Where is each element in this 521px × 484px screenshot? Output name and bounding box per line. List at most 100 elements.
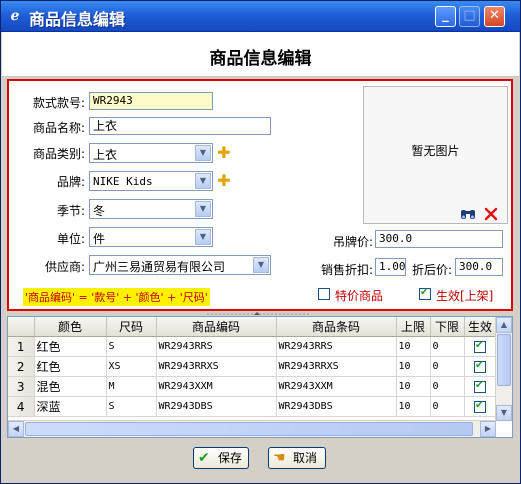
- after-discount-label: 折后价:: [411, 263, 452, 277]
- sku-table[interactable]: 颜色 尺码 商品编码 商品条码 上限 下限 生效 1 红色 S WR2943RR…: [7, 316, 513, 438]
- cell-color[interactable]: 混色: [34, 376, 107, 397]
- row-number[interactable]: 1: [8, 336, 35, 357]
- cell-upper[interactable]: 10: [396, 356, 431, 377]
- cell-barcode[interactable]: WR2943RRXS: [276, 356, 397, 377]
- delete-image-icon[interactable]: [484, 207, 498, 221]
- horizontal-scrollbar[interactable]: ◀ ▶: [8, 420, 496, 437]
- column-header-lower[interactable]: 下限: [430, 317, 465, 337]
- binoculars-icon[interactable]: [460, 207, 476, 221]
- close-button[interactable]: ✕: [484, 6, 505, 27]
- supplier-select[interactable]: 广州三易通贸易有限公司 ▼: [89, 255, 271, 275]
- cell-lower[interactable]: 0: [430, 336, 465, 357]
- table-row[interactable]: 2 红色 XS WR2943RRXS WR2943RRXS 10 0: [8, 356, 497, 377]
- cell-active[interactable]: [464, 396, 497, 417]
- maximize-button: □: [459, 6, 480, 27]
- row-active-checkbox[interactable]: [474, 380, 486, 393]
- chevron-down-icon[interactable]: ▼: [195, 173, 211, 189]
- save-button[interactable]: ✔ 保存: [193, 447, 249, 469]
- active-checkbox[interactable]: [419, 287, 431, 300]
- no-image-text: 暂无图片: [411, 144, 460, 158]
- product-photo[interactable]: 暂无图片: [363, 86, 508, 224]
- table-header-row: 颜色 尺码 商品编码 商品条码 上限 下限 生效: [8, 317, 497, 337]
- row-number[interactable]: 2: [8, 356, 35, 377]
- cell-code[interactable]: WR2943DBS: [156, 396, 277, 417]
- chevron-down-icon[interactable]: ▼: [195, 201, 211, 217]
- style-no-field[interactable]: WR2943: [89, 92, 213, 110]
- row-number-header: [8, 317, 35, 337]
- cell-color[interactable]: 红色: [34, 336, 107, 357]
- chevron-down-icon[interactable]: ▼: [195, 145, 211, 161]
- row-active-checkbox[interactable]: [474, 400, 486, 413]
- table-row[interactable]: 1 红色 S WR2943RRS WR2943RRS 10 0: [8, 336, 497, 357]
- row-number[interactable]: 4: [8, 396, 35, 417]
- scroll-down-icon[interactable]: ▼: [496, 405, 512, 421]
- cell-active[interactable]: [464, 336, 497, 357]
- season-select[interactable]: 冬 ▼: [89, 199, 213, 219]
- column-header-active[interactable]: 生效: [464, 317, 497, 337]
- cell-lower[interactable]: 0: [430, 356, 465, 377]
- cell-size[interactable]: M: [106, 376, 157, 397]
- discount-field[interactable]: 1.00: [375, 258, 406, 276]
- cell-active[interactable]: [464, 356, 497, 377]
- minimize-button[interactable]: _: [435, 6, 456, 27]
- cell-size[interactable]: XS: [106, 356, 157, 377]
- cancel-button[interactable]: ☚ 取消: [268, 447, 326, 469]
- add-brand-icon[interactable]: ✚: [217, 173, 231, 189]
- name-label: 商品名称:: [32, 121, 85, 135]
- special-price-label: 特价商品: [335, 289, 384, 303]
- add-category-icon[interactable]: ✚: [217, 145, 231, 161]
- title-bar[interactable]: ℯ 商品信息编辑 _ □ ✕: [1, 1, 520, 32]
- hand-icon: ☚: [273, 450, 286, 466]
- brand-value: NIKE Kids: [93, 175, 153, 188]
- cell-barcode[interactable]: WR2943DBS: [276, 396, 397, 417]
- cell-upper[interactable]: 10: [396, 336, 431, 357]
- cell-barcode[interactable]: WR2943RRS: [276, 336, 397, 357]
- cell-code[interactable]: WR2943RRXS: [156, 356, 277, 377]
- tag-price-label: 吊牌价:: [332, 235, 373, 249]
- cell-size[interactable]: S: [106, 396, 157, 417]
- row-active-checkbox[interactable]: [474, 360, 486, 373]
- cell-upper[interactable]: 10: [396, 396, 431, 417]
- horizontal-scroll-thumb[interactable]: [25, 422, 473, 436]
- after-discount-field[interactable]: 300.0: [455, 258, 503, 276]
- vertical-scroll-thumb[interactable]: [497, 334, 511, 386]
- tag-price-field[interactable]: 300.0: [375, 230, 503, 248]
- app-logo-icon: ℯ: [10, 8, 20, 24]
- cell-size[interactable]: S: [106, 336, 157, 357]
- chevron-down-icon[interactable]: ▼: [195, 229, 211, 245]
- chevron-down-icon[interactable]: ▼: [253, 257, 269, 273]
- row-active-checkbox[interactable]: [474, 340, 486, 353]
- cell-code[interactable]: WR2943RRS: [156, 336, 277, 357]
- vertical-scrollbar[interactable]: ▲ ▼: [495, 317, 512, 421]
- column-header-code[interactable]: 商品编码: [156, 317, 277, 337]
- active-label: 生效[上架]: [436, 289, 494, 303]
- unit-select[interactable]: 件 ▼: [89, 227, 213, 247]
- scroll-left-icon[interactable]: ◀: [8, 421, 24, 437]
- cell-active[interactable]: [464, 376, 497, 397]
- scroll-right-icon[interactable]: ▶: [480, 421, 496, 437]
- cell-upper[interactable]: 10: [396, 376, 431, 397]
- cell-color[interactable]: 深蓝: [34, 396, 107, 417]
- style-no-label: 款式款号:: [32, 96, 85, 110]
- column-header-color[interactable]: 颜色: [34, 317, 107, 337]
- column-header-barcode[interactable]: 商品条码: [276, 317, 397, 337]
- table-row[interactable]: 3 混色 M WR2943XXM WR2943XXM 10 0: [8, 376, 497, 397]
- save-button-label: 保存: [218, 451, 243, 465]
- cell-lower[interactable]: 0: [430, 396, 465, 417]
- brand-select[interactable]: NIKE Kids ▼: [89, 171, 213, 191]
- product-form: 款式款号: WR2943 商品名称: 上衣 商品类别: 上衣 ▼ ✚ 品牌: N…: [7, 79, 513, 311]
- column-header-upper[interactable]: 上限: [396, 317, 431, 337]
- name-field[interactable]: 上衣: [89, 117, 271, 135]
- dialog-window: ℯ 商品信息编辑 _ □ ✕ 商品信息编辑 款式款号: WR2943 商品名称:…: [0, 0, 521, 484]
- cell-color[interactable]: 红色: [34, 356, 107, 377]
- cell-lower[interactable]: 0: [430, 376, 465, 397]
- category-select[interactable]: 上衣 ▼: [89, 143, 213, 163]
- cell-barcode[interactable]: WR2943XXM: [276, 376, 397, 397]
- column-header-size[interactable]: 尺码: [106, 317, 157, 337]
- cell-code[interactable]: WR2943XXM: [156, 376, 277, 397]
- scroll-up-icon[interactable]: ▲: [496, 317, 512, 333]
- row-number[interactable]: 3: [8, 376, 35, 397]
- table-row[interactable]: 4 深蓝 S WR2943DBS WR2943DBS 10 0: [8, 396, 497, 417]
- special-price-checkbox[interactable]: [318, 288, 330, 300]
- discount-label: 销售折扣:: [320, 263, 373, 277]
